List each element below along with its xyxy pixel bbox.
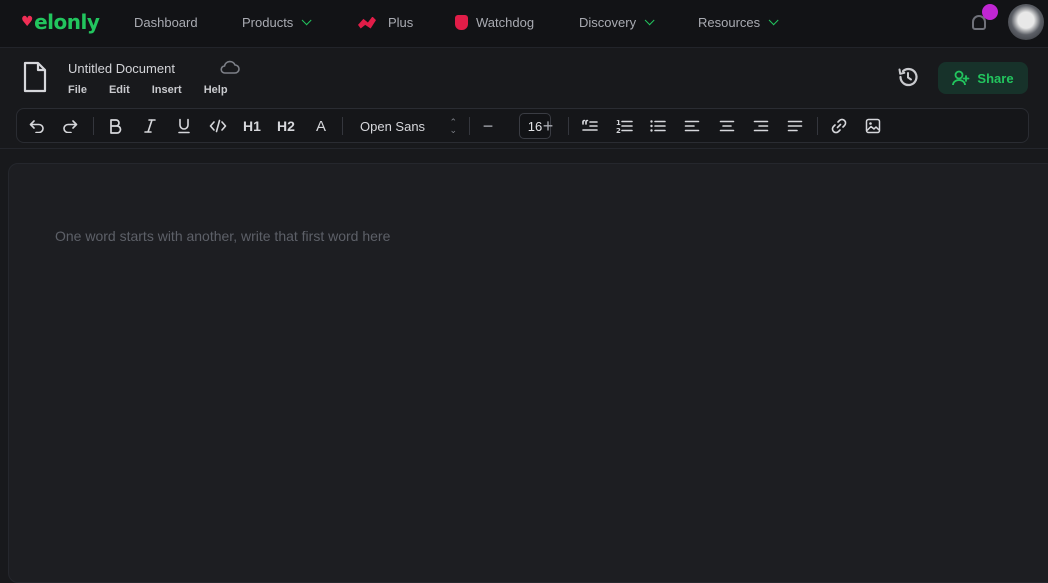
blockquote-icon	[582, 119, 598, 131]
document-header: Untitled Document File Edit Insert Help …	[0, 49, 1048, 105]
link-button[interactable]	[828, 115, 850, 137]
italic-icon	[144, 119, 156, 133]
nav-watchdog-label: Watchdog	[476, 15, 535, 30]
bold-icon	[110, 119, 122, 134]
ordered-list-icon: 1 2	[616, 119, 633, 134]
formatting-toolbar: H1 H2 A Open Sans ⌃⌄ − + 1 2	[16, 108, 1029, 143]
align-center-icon	[719, 120, 735, 132]
chevron-down-icon	[301, 15, 312, 26]
share-button[interactable]: Share	[938, 62, 1028, 94]
svg-text:2: 2	[616, 127, 621, 134]
font-family-select[interactable]: Open Sans ⌃ ⌄	[357, 115, 457, 137]
svg-text:1: 1	[616, 119, 621, 127]
underline-button[interactable]	[173, 115, 195, 137]
blockquote-button[interactable]	[579, 115, 601, 137]
nav-dashboard[interactable]: Dashboard	[134, 15, 198, 30]
history-icon[interactable]	[896, 65, 920, 89]
heading-1-icon: H1	[243, 118, 261, 134]
notification-badge	[982, 4, 998, 20]
image-icon	[865, 118, 881, 134]
nav-discovery[interactable]: Discovery	[579, 15, 655, 30]
nav-resources-label: Resources	[698, 15, 761, 30]
heart-icon: ♥	[21, 14, 34, 30]
menu-insert[interactable]: Insert	[152, 84, 182, 96]
menu-edit[interactable]: Edit	[109, 84, 130, 96]
menu-file[interactable]: File	[68, 84, 87, 96]
redo-button[interactable]	[59, 115, 81, 137]
logo-text: elonly	[34, 10, 100, 34]
melonly-logo[interactable]: ♥ elonly	[21, 10, 100, 34]
nav-plus-label: Plus	[388, 15, 414, 30]
menu-help[interactable]: Help	[204, 84, 228, 96]
align-justify-button[interactable]	[784, 115, 806, 137]
watchdog-icon	[455, 15, 468, 30]
toolbar-separator	[93, 117, 94, 135]
code-button[interactable]	[207, 115, 229, 137]
align-right-button[interactable]	[750, 115, 772, 137]
nav-discovery-label: Discovery	[579, 15, 637, 30]
font-family-value: Open Sans	[360, 118, 426, 134]
document-editor[interactable]: One word starts with another, write that…	[8, 163, 1048, 583]
underline-icon	[178, 118, 190, 134]
toolbar-separator	[817, 117, 818, 135]
editor-placeholder: One word starts with another, write that…	[55, 228, 391, 244]
plus-chart-icon	[358, 16, 376, 29]
top-navbar: ♥ elonly Dashboard Products Plus Watchdo…	[0, 0, 1048, 48]
bullet-list-icon	[650, 120, 666, 132]
bullet-list-button[interactable]	[647, 115, 669, 137]
link-icon	[831, 118, 847, 134]
document-title[interactable]: Untitled Document	[68, 61, 175, 76]
align-center-button[interactable]	[716, 115, 738, 137]
document-menu: File Edit Insert Help	[68, 84, 228, 96]
heading-1-button[interactable]: H1	[241, 115, 263, 137]
undo-button[interactable]	[26, 115, 48, 137]
align-left-icon	[684, 120, 700, 132]
redo-icon	[63, 120, 78, 133]
chevron-down-icon	[644, 15, 655, 26]
code-icon	[209, 119, 227, 133]
cloud-icon	[220, 60, 240, 74]
decrease-size-button[interactable]: −	[477, 115, 499, 137]
bold-button[interactable]	[104, 115, 126, 137]
text-color-icon: A	[315, 117, 326, 135]
increase-size-button[interactable]: +	[537, 115, 559, 137]
decrease-size-icon: −	[482, 115, 494, 136]
toolbar-separator	[568, 117, 569, 135]
nav-products-label: Products	[242, 15, 294, 30]
text-color-button[interactable]: A	[310, 115, 332, 137]
align-right-icon	[753, 120, 769, 132]
toolbar-separator	[342, 117, 343, 135]
undo-icon	[29, 120, 44, 133]
heading-2-icon: H2	[277, 118, 295, 134]
add-user-icon	[952, 70, 970, 86]
ordered-list-button[interactable]: 1 2	[613, 115, 635, 137]
nav-dashboard-label: Dashboard	[134, 15, 198, 30]
toolbar-separator	[469, 117, 470, 135]
nav-plus[interactable]: Plus	[358, 15, 413, 30]
image-button[interactable]	[862, 115, 884, 137]
header-divider	[0, 148, 1048, 149]
italic-button[interactable]	[139, 115, 161, 137]
nav-watchdog[interactable]: Watchdog	[455, 15, 534, 30]
chevron-down-icon	[768, 15, 779, 26]
share-label: Share	[977, 70, 1014, 86]
align-justify-icon	[787, 120, 803, 132]
nav-resources[interactable]: Resources	[698, 15, 779, 30]
align-left-button[interactable]	[681, 115, 703, 137]
heading-2-button[interactable]: H2	[275, 115, 297, 137]
select-updown-icon: ⌃ ⌄	[449, 117, 457, 135]
increase-size-icon: +	[542, 115, 554, 136]
nav-products[interactable]: Products	[242, 15, 312, 30]
avatar[interactable]	[1008, 4, 1044, 40]
document-file-icon	[23, 61, 47, 93]
